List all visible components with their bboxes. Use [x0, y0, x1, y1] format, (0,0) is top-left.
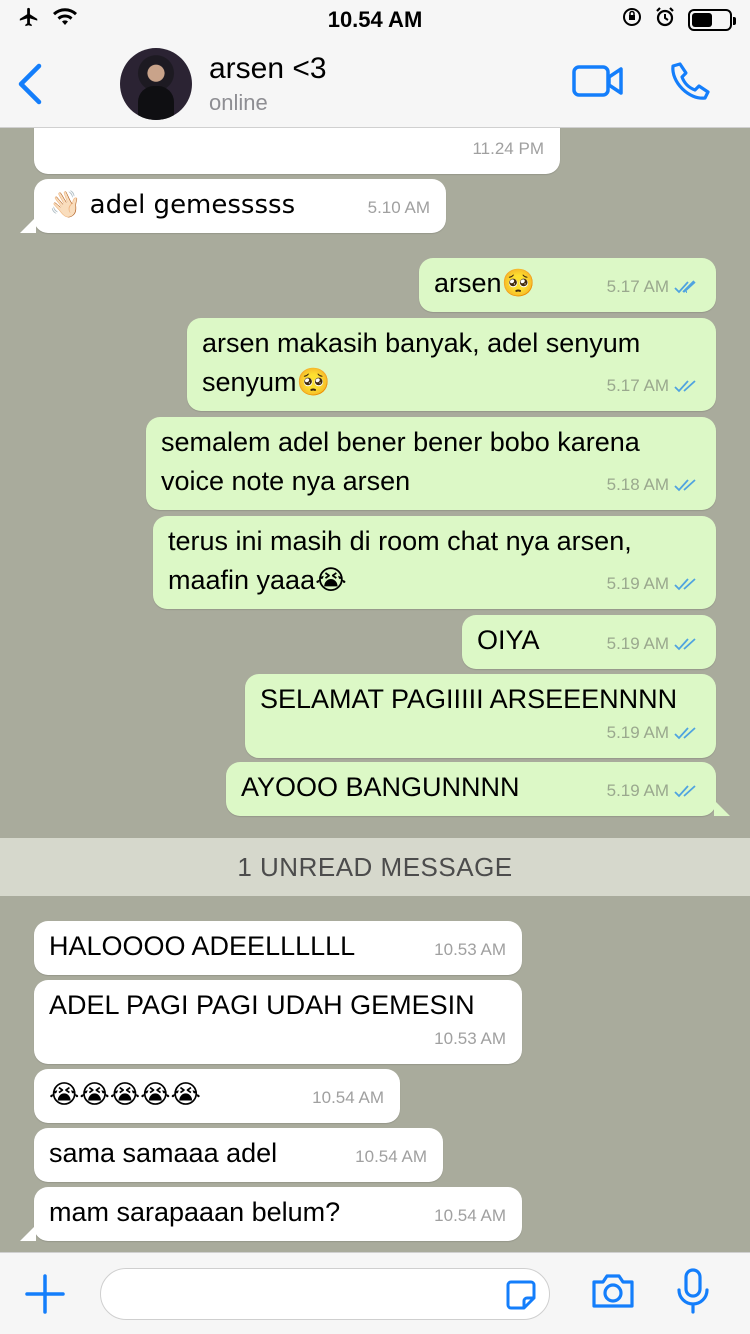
- wifi-icon: [52, 7, 78, 33]
- message-outgoing[interactable]: semalem adel bener bener bobo karena voi…: [146, 417, 716, 510]
- microphone-icon: [677, 1268, 709, 1314]
- message-time: 10.53 AM: [434, 940, 506, 959]
- message-text: 👋🏻 adel gemesssss: [49, 190, 296, 220]
- message-text: mam sarapaaan belum?: [49, 1197, 341, 1227]
- status-right: [622, 6, 736, 34]
- message-incoming[interactable]: sama samaaa adel 10.54 AM: [34, 1128, 443, 1182]
- input-bar: [0, 1252, 750, 1334]
- message-time: 5.19 AM: [607, 624, 700, 663]
- microphone-button[interactable]: [676, 1268, 710, 1319]
- status-bar: 10.54 AM: [0, 0, 750, 40]
- alarm-icon: [654, 6, 676, 34]
- voice-call-button[interactable]: [670, 60, 712, 107]
- read-check-icon: [674, 478, 696, 491]
- message-incoming[interactable]: ADEL PAGI PAGI UDAH GEMESIN 10.53 AM: [34, 980, 522, 1064]
- message-time: 5.18 AM: [607, 465, 700, 504]
- message-text: SELAMAT PAGIIIII ARSEEENNNN: [260, 684, 678, 714]
- chat-header: arsen <3 online: [0, 40, 750, 128]
- message-time: 5.17 AM: [607, 267, 700, 306]
- message-time: 5.19 AM: [607, 564, 700, 603]
- read-check-icon: [674, 279, 696, 293]
- message-time: 10.53 AM: [434, 1029, 506, 1048]
- camera-button[interactable]: [590, 1272, 636, 1315]
- time-label: 5.19 AM: [606, 781, 669, 800]
- message-text: ADEL PAGI PAGI UDAH GEMESIN: [49, 990, 475, 1020]
- message-text: 😭😭😭😭😭: [49, 1080, 201, 1110]
- time-label: 5.19 AM: [606, 574, 669, 593]
- message-outgoing[interactable]: arsen🥺 5.17 AM: [419, 258, 716, 312]
- read-check-icon: [674, 726, 696, 739]
- message-time: 5.19 AM: [607, 771, 700, 810]
- message-time: 10.54 AM: [355, 1147, 427, 1166]
- message-outgoing[interactable]: OIYA 5.19 AM: [462, 615, 716, 669]
- time-label: 5.18 AM: [606, 475, 669, 494]
- phone-icon: [671, 62, 710, 100]
- message-outgoing[interactable]: AYOOO BANGUNNNN 5.19 AM: [226, 762, 730, 816]
- message-outgoing[interactable]: terus ini masih di room chat nya arsen, …: [153, 516, 716, 609]
- read-check-icon: [674, 784, 696, 797]
- read-check-icon: [674, 379, 696, 392]
- sticker-icon: [506, 1280, 536, 1309]
- message-incoming[interactable]: HALOOOO ADEELLLLLL 10.53 AM: [34, 921, 522, 975]
- message-text: terus ini masih di room chat nya arsen, …: [168, 526, 632, 595]
- message-incoming[interactable]: 😭😭😭😭😭 10.54 AM: [34, 1069, 400, 1123]
- camera-icon: [592, 1274, 634, 1308]
- read-check-icon: [674, 577, 696, 590]
- contact-status: online: [209, 89, 268, 115]
- time-label: 5.17 AM: [606, 277, 669, 296]
- message-text: AYOOO BANGUNNNN: [241, 772, 520, 802]
- battery-level: [692, 13, 712, 27]
- time-label: 5.17 AM: [606, 376, 669, 395]
- message-text: arsen makasih banyak, adel senyum senyum…: [202, 328, 641, 397]
- header-actions: [572, 60, 750, 107]
- chevron-left-icon: [18, 63, 42, 105]
- message-incoming[interactable]: mam sarapaaan belum? 10.54 AM: [20, 1187, 522, 1241]
- status-left: [18, 6, 78, 34]
- message-text: semalem adel bener bener bobo karena voi…: [161, 427, 640, 496]
- avatar[interactable]: [120, 47, 192, 120]
- back-button[interactable]: [0, 40, 60, 128]
- message-incoming[interactable]: 11.24 PM: [34, 128, 560, 174]
- contact-info[interactable]: arsen <3 online: [209, 52, 327, 116]
- video-camera-icon: [572, 65, 623, 97]
- contact-name: arsen <3: [209, 51, 327, 85]
- sticker-button[interactable]: [505, 1279, 537, 1318]
- read-check-icon: [674, 637, 696, 650]
- message-outgoing[interactable]: SELAMAT PAGIIIII ARSEEENNNN 5.19 AM: [245, 674, 716, 758]
- time-label: 5.19 AM: [606, 723, 669, 742]
- message-incoming[interactable]: 👋🏻 adel gemesssss 5.10 AM: [20, 179, 446, 233]
- attach-button[interactable]: [20, 1269, 70, 1319]
- message-time: 5.17 AM: [607, 366, 700, 405]
- plus-icon: [25, 1273, 65, 1314]
- message-text: arsen🥺: [434, 268, 536, 298]
- message-time: 11.24 PM: [472, 139, 544, 158]
- time-label: 5.19 AM: [606, 634, 669, 653]
- message-input[interactable]: [100, 1267, 550, 1320]
- video-call-button[interactable]: [572, 64, 624, 103]
- message-list[interactable]: 11.24 PM 👋🏻 adel gemesssss 5.10 AM arsen…: [0, 128, 750, 1252]
- message-text: HALOOOO ADEELLLLLL: [49, 931, 356, 961]
- message-text: sama samaaa adel: [49, 1138, 278, 1168]
- message-time: 5.19 AM: [607, 713, 700, 752]
- message-text: OIYA: [477, 625, 540, 655]
- orientation-lock-icon: [622, 7, 642, 33]
- message-outgoing[interactable]: arsen makasih banyak, adel senyum senyum…: [187, 318, 716, 411]
- message-time: 10.54 AM: [434, 1206, 506, 1225]
- message-time: 5.10 AM: [367, 198, 430, 217]
- unread-banner: 1 UNREAD MESSAGE: [0, 838, 750, 896]
- airplane-icon: [18, 6, 40, 34]
- battery-icon: [688, 9, 736, 31]
- message-time: 10.54 AM: [312, 1088, 384, 1107]
